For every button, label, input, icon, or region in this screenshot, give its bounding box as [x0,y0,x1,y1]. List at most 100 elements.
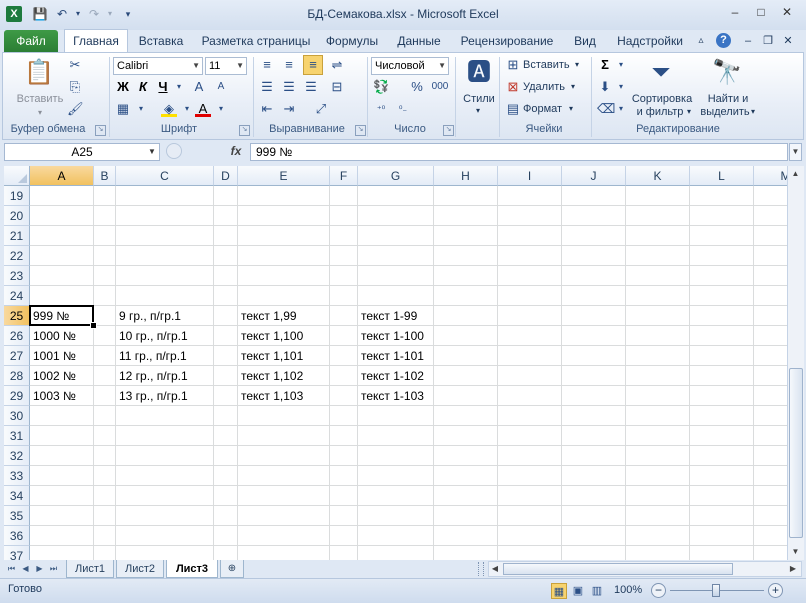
cell-a9[interactable]: 1002 № [30,366,76,386]
sheet-tab-2[interactable]: Лист2 [116,560,164,578]
font-name-combo[interactable]: Calibri ▼ [113,57,203,75]
row-header-32[interactable]: 32 [4,446,30,466]
tab-home[interactable]: Главная [64,29,128,54]
find-select-button-line2[interactable]: выделить [697,104,753,120]
font-size-combo[interactable]: 11 ▼ [205,57,247,75]
cell-a10[interactable]: 1003 № [30,386,76,406]
column-header-f[interactable]: F [330,166,358,186]
row-header-25[interactable]: 25 [4,306,30,326]
worksheet-grid[interactable]: ABCDEFGHIJKLM 19 20 21 22 23 24 25 26 27 28 29 30 31… [4,166,787,560]
styles-icon[interactable]: 🅰 [463,57,495,89]
help-icon[interactable]: ? [716,33,731,48]
number-launcher-icon[interactable]: ↘ [443,125,454,136]
find-dropdown-icon[interactable]: ▾ [751,104,755,120]
column-header-e[interactable]: E [238,166,330,186]
underline-button[interactable]: Ч [155,79,171,95]
row-header-19[interactable]: 19 [4,186,30,206]
percent-button[interactable]: % [409,79,425,95]
cell-c8[interactable]: 11 гр., п/гр.1 [116,346,187,366]
paste-icon[interactable]: 📋 [23,57,55,89]
cell-a8[interactable]: 1001 № [30,346,76,366]
currency-icon[interactable]: 💱 [373,79,389,95]
row-header-31[interactable]: 31 [4,426,30,446]
row-header-36[interactable]: 36 [4,526,30,546]
cell-g6[interactable]: текст 1-99 [358,306,417,326]
tab-file[interactable]: Файл [4,30,58,52]
borders-dropdown-icon[interactable]: ▾ [133,101,149,117]
workbook-restore-button[interactable]: ❐ [760,30,776,52]
column-header-h[interactable]: H [434,166,498,186]
expand-formula-bar-icon[interactable]: ▼ [789,143,802,161]
sort-dropdown-icon[interactable]: ▾ [687,104,691,120]
cell-g8[interactable]: текст 1-101 [358,346,424,366]
column-header-d[interactable]: D [214,166,238,186]
vertical-scroll-thumb[interactable] [789,368,803,538]
fill-color-icon[interactable]: ◈ [161,101,177,117]
cell-e6[interactable]: текст 1,99 [238,306,297,326]
scroll-down-icon[interactable]: ▼ [788,544,803,559]
row-header-21[interactable]: 21 [4,226,30,246]
align-left-icon[interactable]: ☰ [259,79,275,95]
increase-decimal-icon[interactable]: ⁺⁰ [373,101,389,117]
horizontal-scroll-thumb[interactable] [503,563,733,575]
italic-button[interactable]: К [135,79,151,95]
row-header-23[interactable]: 23 [4,266,30,286]
row-header-26[interactable]: 26 [4,326,30,346]
insert-cells-icon[interactable]: ⊞ [505,57,521,73]
formula-input[interactable]: 999 № [250,143,788,161]
name-box-dropdown-icon[interactable]: ▼ [148,143,156,161]
align-top-icon[interactable]: ≡ [259,57,275,73]
page-break-view-icon[interactable]: ▥ [589,583,605,599]
number-format-combo[interactable]: Числовой ▼ [371,57,449,75]
underline-dropdown-icon[interactable]: ▾ [171,79,187,95]
first-sheet-icon[interactable]: ⏮ [6,562,17,576]
font-color-icon[interactable]: A [195,101,211,117]
delete-cells-icon[interactable]: ⊠ [505,79,521,95]
last-sheet-icon[interactable]: ⏭ [48,562,59,576]
tab-review[interactable]: Рецензирование [456,30,558,52]
cell-e9[interactable]: текст 1,102 [238,366,303,386]
normal-view-icon[interactable]: ▦ [551,583,567,599]
bold-button[interactable]: Ж [115,79,131,95]
row-header-34[interactable]: 34 [4,486,30,506]
column-header-b[interactable]: B [94,166,116,186]
insert-sheet-icon[interactable]: ⊕ [220,560,244,578]
horizontal-scrollbar[interactable]: ◀ ▶ [488,561,802,577]
sheet-tab-1[interactable]: Лист1 [66,560,114,578]
format-dropdown-icon[interactable]: ▾ [569,101,573,117]
clear-icon[interactable]: ⌫ [597,101,615,117]
cell-e7[interactable]: текст 1,100 [238,326,303,346]
scroll-left-icon[interactable]: ◀ [489,562,501,576]
cell-g7[interactable]: текст 1-100 [358,326,424,346]
align-middle-icon[interactable]: ≡ [281,57,297,73]
grow-font-icon[interactable]: A [191,79,207,95]
zoom-slider-thumb[interactable] [712,584,720,597]
increase-indent-icon[interactable]: ⇥ [281,101,297,117]
tab-data[interactable]: Данные [390,30,448,52]
column-header-m[interactable]: M [754,166,787,186]
cell-e10[interactable]: текст 1,103 [238,386,303,406]
wrap-text-icon[interactable]: ⇌ [329,57,345,73]
page-layout-view-icon[interactable]: ▣ [570,583,586,599]
decrease-indent-icon[interactable]: ⇤ [259,101,275,117]
minimize-ribbon-icon[interactable]: ▵ [694,30,708,52]
cell-c6[interactable]: 9 гр., п/гр.1 [116,306,181,326]
column-header-a[interactable]: A [30,166,94,186]
column-header-c[interactable]: C [116,166,214,186]
autosum-icon[interactable]: Σ [597,57,613,73]
borders-icon[interactable]: ▦ [115,101,131,117]
zoom-out-button[interactable]: − [651,583,666,598]
select-all-button[interactable] [4,166,30,186]
copy-icon[interactable]: ⎘ [67,79,83,95]
row-header-22[interactable]: 22 [4,246,30,266]
row-header-30[interactable]: 30 [4,406,30,426]
tab-insert[interactable]: Вставка [132,30,190,52]
tab-view[interactable]: Вид [566,30,604,52]
row-header-27[interactable]: 27 [4,346,30,366]
next-sheet-icon[interactable]: ▶ [34,562,45,576]
sort-filter-icon[interactable]: ⏷ [645,57,677,89]
zoom-in-button[interactable]: + [768,583,783,598]
insert-function-button[interactable]: fx [226,144,246,160]
font-launcher-icon[interactable]: ↘ [239,125,250,136]
fill-handle[interactable] [90,322,97,329]
